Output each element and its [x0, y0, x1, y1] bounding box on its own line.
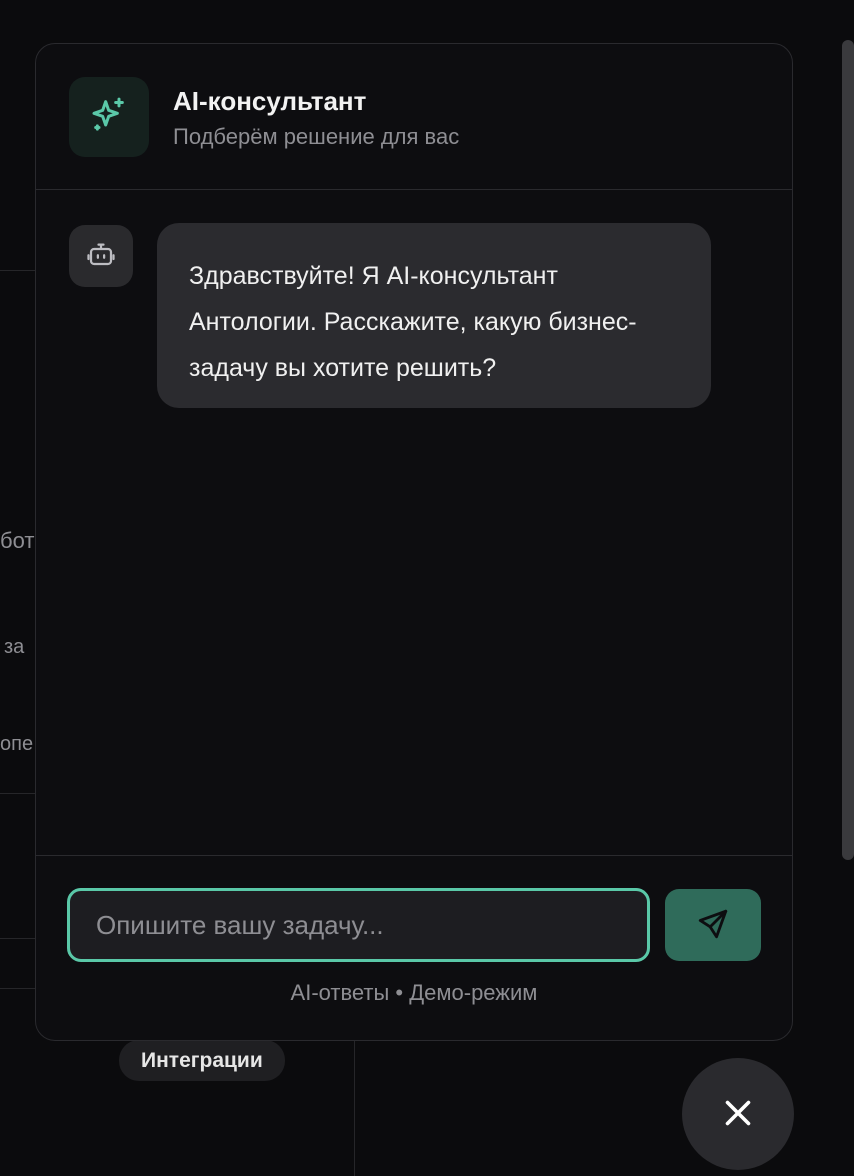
chat-panel: AI-консультант Подберём решение для вас …	[35, 43, 793, 1041]
chat-header: AI-консультант Подберём решение для вас	[36, 44, 792, 190]
bg-divider	[354, 1040, 355, 1176]
bg-text-fragment: бот	[0, 528, 35, 553]
close-chat-button[interactable]	[682, 1058, 794, 1170]
send-icon	[696, 907, 730, 944]
bg-text-fragment: за	[4, 636, 25, 658]
bg-text-fragment: опе	[0, 733, 34, 755]
chat-title: AI-консультант	[173, 86, 367, 116]
bg-divider	[0, 793, 40, 794]
footer-note: AI-ответы • Демо-режим	[290, 980, 538, 1005]
bg-divider	[0, 938, 40, 939]
close-icon	[720, 1095, 756, 1134]
bot-avatar	[69, 225, 133, 287]
ai-avatar	[69, 77, 149, 157]
message-input[interactable]	[67, 888, 650, 962]
bg-divider	[0, 988, 40, 989]
page-scrollbar[interactable]	[842, 40, 854, 860]
sparkles-icon	[89, 95, 129, 140]
bot-icon	[86, 239, 116, 274]
integrations-tag[interactable]: Интеграции	[119, 1040, 285, 1081]
bg-divider	[0, 270, 40, 271]
send-button[interactable]	[665, 889, 761, 961]
chat-composer: AI-ответы • Демо-режим	[36, 855, 792, 1040]
chat-subtitle: Подберём решение для вас	[173, 124, 460, 149]
bot-message-bubble: Здравствуйте! Я AI-консультант Антологии…	[157, 223, 711, 408]
